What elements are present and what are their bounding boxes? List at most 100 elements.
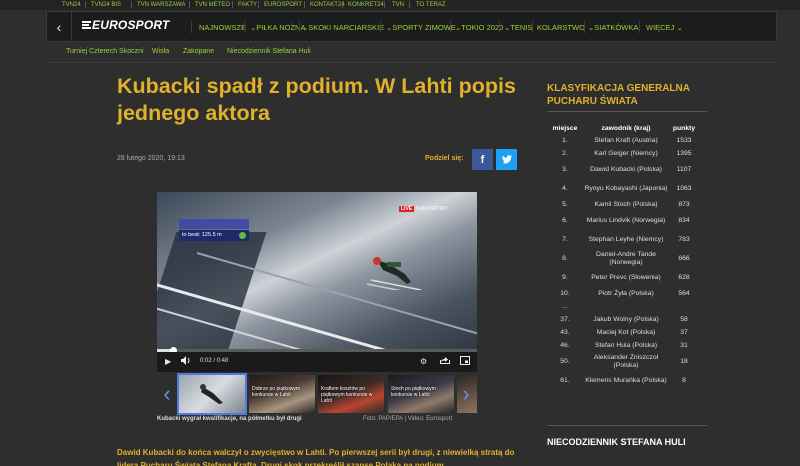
nav-item-tenis[interactable]: ⌄TENIS	[504, 23, 532, 32]
table-row: 5. Kamil Stoch (Polska) 873	[547, 198, 699, 211]
network-link[interactable]: TVN METEO	[195, 1, 230, 9]
divider	[409, 1, 410, 8]
chevron-down-icon: ⌄	[676, 23, 683, 32]
nav-item-siatkowka[interactable]: ⌄SIATKÓWKA	[588, 23, 638, 32]
divider	[131, 1, 132, 8]
network-link[interactable]: FAKTY	[238, 1, 257, 9]
divider	[639, 21, 640, 33]
logo-text: EUROSPORT	[92, 18, 170, 32]
table-cell-pos: 3.	[562, 165, 568, 173]
carousel-next-arrow-icon[interactable]: ›	[459, 380, 473, 410]
table-cell-name	[583, 301, 669, 313]
table-cell-pts: 873	[678, 200, 690, 208]
nav-item-najnowsze[interactable]: NAJNOWSZE	[199, 23, 246, 32]
twitter-share-button[interactable]	[496, 149, 517, 170]
table-cell-pos: 50.	[560, 357, 570, 365]
table-cell-pts: 783	[678, 235, 690, 243]
video-thumbnail[interactable]: Stoch po piątkowym konkursie w Lahti	[388, 375, 454, 413]
photo-credit: Foto: PAP/EPA | Video: Eurosport	[363, 416, 453, 422]
divider	[85, 1, 86, 8]
breadcrumb-link[interactable]: Niecodziennik Stefana Huli	[227, 48, 311, 55]
table-row: 1. Stefan Kraft (Austria) 1533	[547, 134, 699, 147]
nav-item-skoki-narciarskie[interactable]: ⌄SKOKI NARCIARSKIE	[302, 23, 384, 32]
eurosport-logo-icon	[82, 21, 91, 29]
table-cell-name: Karl Geiger (Niemcy)	[594, 149, 658, 157]
table-cell-pts: 628	[678, 273, 690, 281]
network-link[interactable]: TVN WARSZAWA	[137, 1, 185, 9]
ranking-title: Klasyfikacja generalna Pucharu Świata	[547, 83, 690, 107]
divider	[384, 1, 385, 8]
network-link[interactable]: EUROSPORT	[264, 1, 302, 9]
score-overlay-header	[179, 219, 249, 229]
breadcrumb-link[interactable]: Turniej Czterech Skoczni	[66, 48, 144, 55]
fullscreen-icon[interactable]	[460, 356, 470, 369]
table-row: 43. Maciej Kot (Polska) 37	[547, 326, 699, 339]
article-date: 28 lutego 2020, 19:13	[117, 155, 185, 162]
table-cell-pos: 61.	[560, 376, 570, 384]
table-cell-name: Dawid Kubacki (Polska)	[590, 165, 662, 173]
back-button[interactable]: ‹	[47, 12, 72, 41]
breadcrumb-link[interactable]: Wisła	[152, 48, 169, 55]
divider	[191, 21, 192, 33]
table-cell-pts: 8	[682, 376, 686, 384]
facebook-share-button[interactable]: f	[472, 149, 493, 170]
table-cell-pos: 43.	[560, 328, 570, 336]
table-cell-name: Stephan Leyhe (Niemcy)	[588, 235, 664, 243]
column-header: zawodnik (kraj)	[601, 124, 651, 132]
eurosport-logo[interactable]: EUROSPORT	[82, 18, 170, 32]
table-cell-pts: 834	[678, 216, 690, 224]
table-cell-name: Aleksander Zniszczoł (Polska)	[593, 353, 659, 369]
video-player[interactable]: to beat: 125.5 m LIVE EUROSPORT ▶ 0:02 / …	[157, 192, 477, 372]
video-thumbnail[interactable]: Dobrze po piątkowym konkursie w Lahti	[249, 375, 315, 413]
network-link[interactable]: KONKRET24	[348, 1, 384, 9]
divider	[547, 111, 707, 112]
nav-item-kolarstwo[interactable]: KOLARSTWO	[537, 23, 585, 32]
table-row: 3. Dawid Kubacki (Polska) 1107	[547, 160, 699, 179]
divider	[342, 1, 343, 8]
table-row: 2. Karl Geiger (Niemcy) 1395	[547, 147, 699, 160]
table-cell-name: Maciej Kot (Polska)	[596, 328, 656, 336]
network-link[interactable]: KONTAKT24	[310, 1, 345, 9]
table-cell-pos: 7.	[562, 235, 568, 243]
nav-item-wiecej[interactable]: WIĘCEJ ⌄	[646, 23, 683, 32]
table-cell-pts: 18	[680, 357, 688, 365]
share-icon[interactable]	[440, 356, 450, 369]
carousel-prev-arrow-icon[interactable]: ‹	[160, 380, 174, 410]
video-caption: Kubacki wygrał kwalifikacje, na półmetku…	[157, 416, 302, 422]
ski-jumper-image	[200, 384, 223, 404]
table-cell-pts: 1533	[676, 136, 692, 144]
table-row: 9. Peter Prevc (Słowenia) 628	[547, 268, 699, 287]
table-row: 37. Jakub Wolny (Polska) 58	[547, 313, 699, 326]
settings-gear-icon[interactable]: ⚙	[420, 356, 427, 368]
video-thumbnail[interactable]	[177, 373, 247, 415]
network-link[interactable]: TVN	[392, 1, 404, 9]
table-row: 10. Piotr Żyła (Polska) 564	[547, 287, 699, 301]
ranking-table: miejsce zawodnik (kraj) punkty 1. Stefan …	[547, 122, 699, 390]
main-navbar: ‹ EUROSPORT NAJNOWSZE ⌄PIŁKA NOŻNA ⌄SKOK…	[46, 11, 777, 42]
nav-item-pilka-nozna[interactable]: ⌄PIŁKA NOŻNA	[250, 23, 305, 32]
divider	[380, 21, 381, 33]
table-row: 4. Ryoyu Kobayashi (Japonia) 1063	[547, 179, 699, 198]
divider	[299, 21, 300, 33]
play-icon[interactable]: ▶	[165, 356, 171, 368]
divider	[232, 1, 233, 8]
nav-item-sporty-zimowe[interactable]: ⌄SPORTY ZIMOWE	[386, 23, 456, 32]
divider	[547, 425, 707, 426]
network-link[interactable]: TO TERAZ	[416, 1, 445, 9]
table-row: 50. Aleksander Zniszczoł (Polska) 18	[547, 352, 699, 371]
table-cell-pts: 666	[678, 254, 690, 262]
network-link[interactable]: TVN24	[62, 1, 81, 9]
video-thumbnail[interactable]: Kraftem kosztów po piątkowym konkursie w…	[318, 375, 384, 413]
volume-icon[interactable]	[181, 356, 191, 369]
divider	[46, 62, 777, 63]
table-cell-name: Peter Prevc (Słowenia)	[591, 273, 661, 281]
divider	[532, 21, 533, 33]
table-cell-pos: 46.	[560, 341, 570, 349]
network-link[interactable]: TVN24 BIS	[91, 1, 121, 9]
nav-item-tokio-2020[interactable]: ⌄TOKIO 2020	[455, 23, 503, 32]
table-cell-name: Klemens Murańka (Polska)	[585, 376, 667, 384]
breadcrumb-link[interactable]: Zakopane	[183, 48, 214, 55]
table-cell-pos: 1.	[562, 136, 568, 144]
video-time: 0:02 / 0:48	[200, 358, 229, 364]
broadcast-badge: LIVE EUROSPORT	[399, 206, 448, 212]
